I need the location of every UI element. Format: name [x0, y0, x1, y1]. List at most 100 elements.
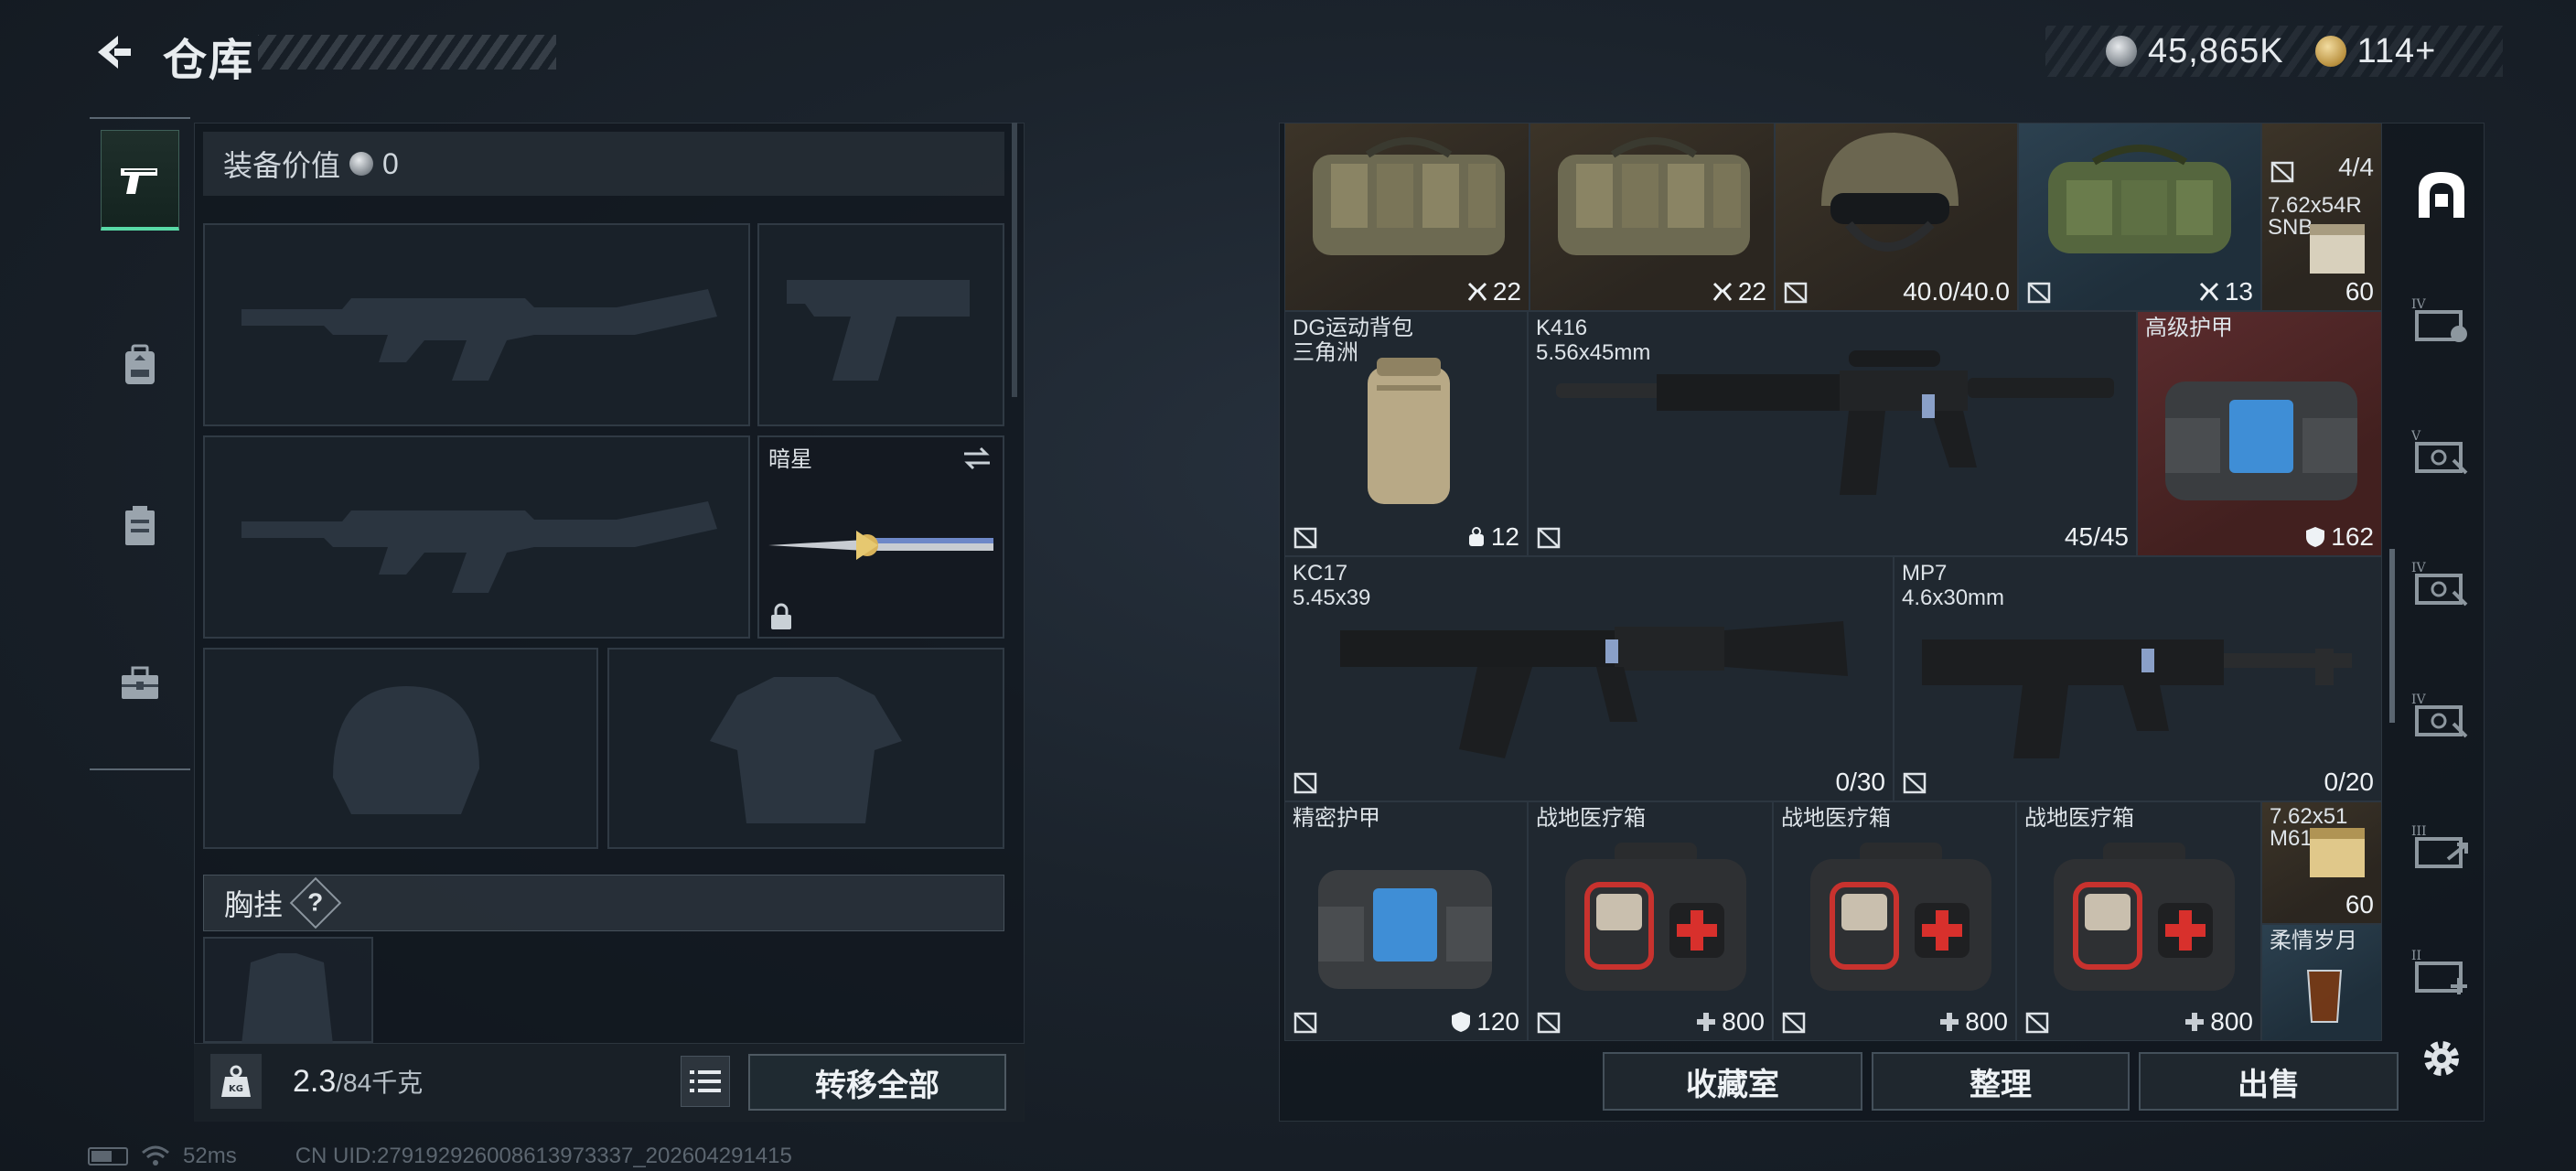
battery-icon	[88, 1147, 128, 1166]
storage-item-bag-3[interactable]: 13	[2018, 123, 2261, 311]
magazine-count: 0/30	[1835, 768, 1886, 796]
tab-weapons[interactable]	[101, 130, 179, 231]
currency-bar: 45,865K 114+	[2045, 26, 2503, 77]
tier-iii-container-icon: III	[2411, 824, 2468, 868]
magazine-count: 0/20	[2324, 768, 2375, 796]
plus-icon	[1697, 1013, 1716, 1031]
svg-text:III: III	[2411, 824, 2427, 839]
container-tier-v-tab[interactable]: V	[2411, 421, 2472, 481]
secondary-weapon-slot[interactable]	[203, 435, 750, 639]
equipment-value: 0	[382, 146, 399, 180]
back-arrow-icon	[98, 36, 131, 69]
item-name: 战地医疗箱	[2024, 806, 2134, 831]
svg-text:V: V	[2411, 429, 2421, 444]
stack-count: 4/4	[2338, 153, 2374, 181]
equipment-value-label: 装备价值	[223, 149, 341, 182]
armor-durability: 120	[1451, 1007, 1519, 1037]
loadout-scrollbar[interactable]	[1012, 123, 1017, 397]
melee-slot[interactable]: 暗星	[757, 435, 1004, 639]
heal-points: 800	[1939, 1007, 2008, 1037]
silver-currency-value: 45,865K	[2148, 31, 2284, 70]
storage-item-medkit-2[interactable]: 战地医疗箱 800	[1773, 801, 2016, 1041]
svg-text:IV: IV	[2411, 693, 2427, 707]
lock-bag-icon	[1468, 527, 1484, 546]
storage-item-k416[interactable]: K416 5.56x45mm 45/45	[1528, 311, 2137, 556]
helmet-slot[interactable]	[203, 648, 598, 849]
armor-durability: 162	[2305, 522, 2374, 552]
storage-item-backpack[interactable]: DG运动背包 三角洲 12	[1284, 311, 1528, 556]
wifi-icon	[142, 1145, 169, 1166]
tab-backpack[interactable]	[101, 315, 179, 415]
armor-bag-art	[2165, 381, 2357, 500]
title-decor-stripe	[258, 35, 556, 70]
pistol-icon	[121, 167, 157, 194]
item-count: 13	[2199, 277, 2253, 306]
plus-icon	[1940, 1013, 1959, 1031]
weight-readout: 2.3/84千克	[293, 1063, 423, 1100]
gold-coin-icon[interactable]	[2314, 36, 2346, 67]
armor-slot[interactable]	[607, 648, 1004, 849]
storage-item-ammo-762x51[interactable]: 7.62x51 M61 60	[2261, 801, 2382, 924]
tab-vest[interactable]	[101, 476, 179, 576]
svg-text:II: II	[2411, 949, 2421, 963]
container-tier-ii-add-tab[interactable]: II	[2411, 940, 2472, 1001]
duffel-bag-art	[1313, 137, 1505, 255]
settings-button[interactable]	[2411, 1028, 2472, 1089]
storage-item-advanced-armor[interactable]: 高级护甲 162	[2137, 311, 2382, 556]
medkit-art	[2054, 843, 2235, 991]
storage-item-precision-armor[interactable]: 精密护甲 120	[1284, 801, 1528, 1041]
storage-item-ammo-762x54r[interactable]: 4/4 7.62x54R SNB 60	[2261, 123, 2382, 311]
item-name: 战地医疗箱	[1536, 806, 1646, 831]
unmarked-flag-icon	[2270, 161, 2294, 183]
svg-text:IV: IV	[2411, 561, 2427, 575]
collection-room-button[interactable]: 收藏室	[1603, 1052, 1862, 1111]
help-icon: ?	[307, 887, 324, 917]
tier-iv-container-icon-2: IV	[2411, 561, 2468, 607]
storage-item-bag-1[interactable]: 22	[1284, 123, 1530, 311]
storage-item-drink[interactable]: 柔情岁月	[2261, 924, 2382, 1041]
pistol-slot[interactable]	[757, 223, 1004, 426]
storage-item-medkit-1[interactable]: 战地医疗箱 800	[1528, 801, 1773, 1041]
container-tier-iv-tab[interactable]: IV	[2411, 289, 2472, 349]
tab-toolbox[interactable]	[101, 633, 179, 734]
plus-icon	[2185, 1013, 2205, 1031]
chest-rig-silhouette-icon	[242, 953, 333, 1045]
item-count: 60	[2345, 890, 2374, 919]
backpack-icon	[125, 344, 155, 384]
mp7-smg-art	[1922, 639, 2352, 758]
help-button[interactable]: ?	[289, 876, 342, 929]
storage-item-mp7[interactable]: MP7 4.6x30mm 0/20	[1894, 556, 2382, 801]
transfer-all-button[interactable]: 转移全部	[748, 1054, 1006, 1111]
sort-button[interactable]: 整理	[1872, 1052, 2130, 1111]
list-view-button[interactable]	[681, 1056, 730, 1107]
silver-coin-icon	[2106, 36, 2137, 67]
item-count: 60	[2345, 277, 2374, 306]
chest-rig-slot[interactable]	[203, 937, 373, 1045]
container-tier-iii-tab[interactable]: III	[2411, 816, 2472, 876]
rifle-silhouette-icon	[242, 289, 717, 381]
container-tier-iv-tab-2[interactable]: IV	[2411, 553, 2472, 613]
equipment-value-row: 装备价值 0	[203, 132, 1004, 196]
gold-currency-value[interactable]: 114+	[2357, 32, 2437, 71]
storage-item-kc17[interactable]: KC17 5.45x39 0/30	[1284, 556, 1894, 801]
item-name: 高级护甲	[2145, 316, 2233, 340]
storage-item-helmet[interactable]: 40.0/40.0	[1775, 123, 2018, 311]
page-title: 仓库	[163, 37, 255, 85]
storage-item-medkit-3[interactable]: 战地医疗箱 800	[2016, 801, 2261, 1041]
rifle-silhouette-icon	[242, 501, 717, 593]
ammo-box-art	[2310, 828, 2365, 877]
item-count: 12	[1467, 522, 1519, 552]
safe-box-tab[interactable]	[2411, 165, 2472, 225]
kc17-rifle-art	[1340, 621, 1848, 758]
swap-icon[interactable]	[961, 445, 993, 472]
back-button[interactable]	[86, 26, 139, 79]
storage-scrollbar[interactable]	[2389, 549, 2395, 723]
sell-button[interactable]: 出售	[2139, 1052, 2399, 1111]
tier-ii-add-container-icon: II	[2411, 949, 2467, 994]
armor-silhouette-icon	[710, 677, 902, 823]
storage-item-bag-2[interactable]: 22	[1530, 123, 1775, 311]
primary-weapon-slot[interactable]	[203, 223, 750, 426]
k416-rifle-art	[1556, 350, 2114, 495]
medkit-art	[1565, 843, 1746, 991]
container-tier-iv-tab-3[interactable]: IV	[2411, 684, 2472, 745]
